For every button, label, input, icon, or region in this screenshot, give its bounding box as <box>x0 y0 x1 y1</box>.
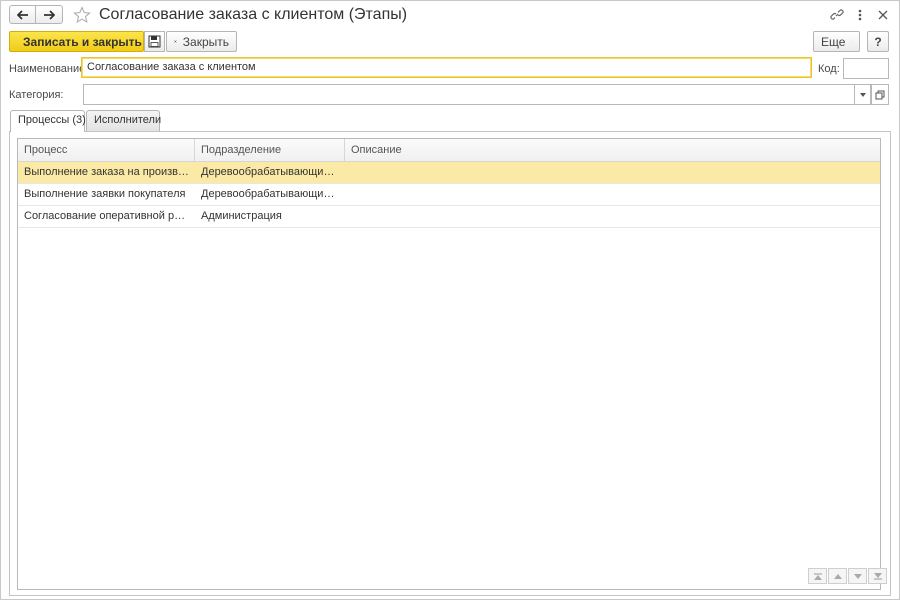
floppy-disk-icon <box>148 35 161 48</box>
table-scroll-buttons <box>807 568 887 584</box>
scroll-up-button[interactable] <box>828 568 847 584</box>
cell-process: Выполнение заказа на производ... <box>18 162 195 183</box>
cell-description <box>345 184 880 205</box>
chevron-down-icon <box>851 41 852 42</box>
cell-department: Деревообрабатывающий цех <box>195 162 345 183</box>
name-field[interactable]: Согласование заказа с клиентом <box>81 57 812 78</box>
table-row[interactable]: Выполнение заказа на производ... Деревоо… <box>18 162 880 184</box>
open-window-icon <box>875 90 885 99</box>
help-label: ? <box>874 34 882 49</box>
arrow-right-icon <box>44 9 55 20</box>
back-button[interactable] <box>9 5 36 24</box>
column-header-department[interactable]: Подразделение <box>195 139 345 162</box>
category-label: Категория: <box>9 89 64 101</box>
title-bar: Согласование заказа с клиентом (Этапы) <box>1 1 899 31</box>
table-row[interactable]: Согласование оперативной реал... Админис… <box>18 206 880 228</box>
last-page-icon <box>873 572 882 580</box>
name-label: Наименование: <box>9 63 89 75</box>
close-button[interactable]: Закрыть <box>166 31 237 52</box>
arrow-left-icon <box>16 9 28 20</box>
cell-process: Выполнение заявки покупателя <box>24 188 186 200</box>
category-dropdown-button[interactable] <box>854 84 871 105</box>
table-row[interactable]: Выполнение заявки покупателя Деревообраб… <box>18 184 880 206</box>
chevron-up-icon <box>833 573 842 579</box>
close-window-icon[interactable] <box>873 6 893 24</box>
cell-department: Администрация <box>201 210 282 222</box>
forward-button[interactable] <box>36 5 63 24</box>
first-page-icon <box>813 572 822 580</box>
cell-description <box>345 162 880 183</box>
chevron-down-icon <box>859 92 866 97</box>
cell-department: Деревообрабатывающий цех <box>201 188 345 200</box>
chevron-down-icon <box>853 573 862 579</box>
scroll-down-button[interactable] <box>848 568 867 584</box>
category-open-button[interactable] <box>871 84 889 105</box>
more-actions-label: Еще <box>821 34 846 49</box>
more-vertical-icon[interactable] <box>850 6 870 24</box>
code-label: Код: <box>818 63 840 75</box>
table-header: Процесс Подразделение Описание <box>18 139 880 162</box>
column-header-process[interactable]: Процесс <box>18 139 195 162</box>
cell-process: Согласование оперативной реал... <box>24 210 195 222</box>
form-window: Согласование заказа с клиентом (Этапы) З… <box>0 0 900 600</box>
processes-table: Процесс Подразделение Описание Выполнени… <box>17 138 881 590</box>
save-button[interactable] <box>144 31 165 52</box>
page-title: Согласование заказа с клиентом (Этапы) <box>99 6 408 23</box>
help-button[interactable]: ? <box>867 31 889 52</box>
save-and-close-label: Записать и закрыть <box>23 34 142 49</box>
code-field[interactable] <box>843 58 889 79</box>
scroll-to-bottom-button[interactable] <box>868 568 887 584</box>
scroll-to-top-button[interactable] <box>808 568 827 584</box>
cell-description <box>345 206 880 227</box>
close-label: Закрыть <box>182 34 229 49</box>
tab-processes[interactable]: Процессы (3) <box>10 110 86 132</box>
close-x-icon <box>174 40 177 43</box>
tab-executors[interactable]: Исполнители <box>86 110 161 131</box>
link-icon[interactable] <box>827 6 847 24</box>
category-field[interactable] <box>83 84 855 105</box>
more-actions-button[interactable]: Еще <box>813 31 860 52</box>
save-and-close-button[interactable]: Записать и закрыть <box>9 31 144 52</box>
column-header-description[interactable]: Описание <box>345 139 880 162</box>
favorite-star-icon[interactable] <box>73 6 91 27</box>
